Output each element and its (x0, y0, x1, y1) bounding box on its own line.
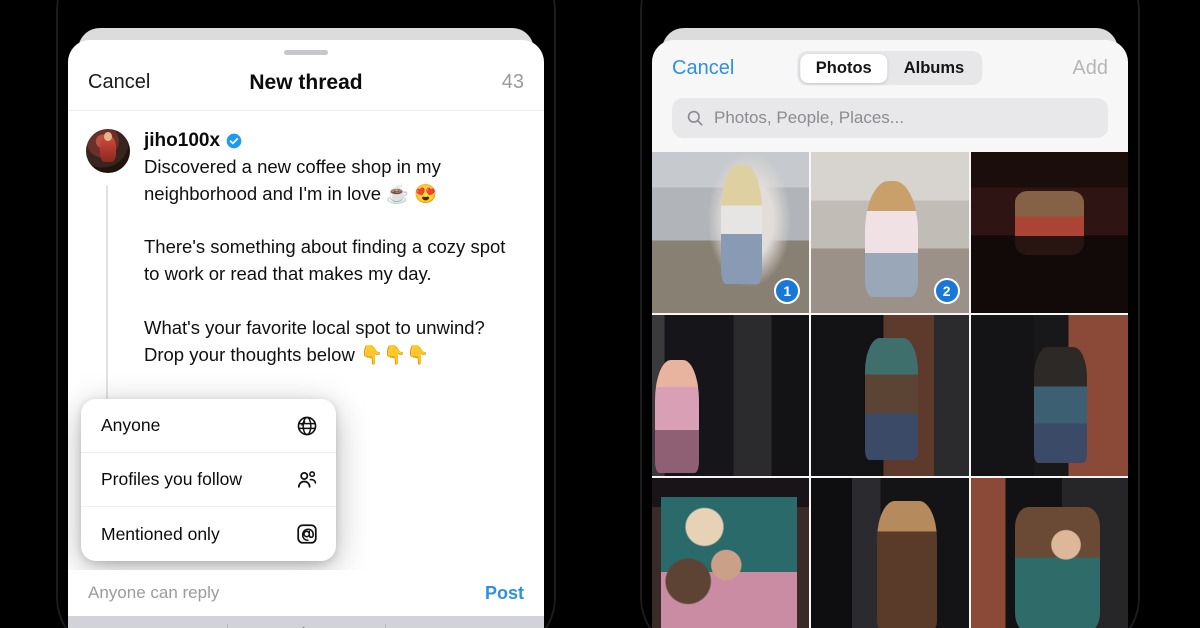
status-bar-left: 9:41 (56, 0, 556, 6)
photo-thumbnail (970, 152, 1128, 313)
photo-thumbnail (811, 315, 969, 476)
globe-icon (297, 416, 317, 435)
status-time: 9:41 (678, 0, 709, 2)
left-phone-frame: 9:41 Cancel New thread 43 (56, 0, 556, 628)
tab-photos[interactable]: Photos (799, 53, 888, 83)
photo-cell[interactable] (811, 315, 969, 476)
cancel-button[interactable]: Cancel (88, 71, 150, 94)
right-phone-frame: 9:41 Cancel Photos Albums Add (640, 0, 1140, 628)
photo-thumbnail (652, 315, 810, 476)
photo-cell[interactable] (652, 478, 810, 628)
photo-cell[interactable]: 2 (811, 152, 969, 313)
compose-area[interactable]: jiho100x Discovered a new coffee shop in… (68, 111, 544, 570)
audience-dropdown-menu: Anyone Profiles you follow Mentioned onl… (81, 399, 336, 561)
photo-cell[interactable] (970, 315, 1128, 476)
suggestion-chip[interactable]: I'm (385, 616, 544, 628)
compose-nav-bar: Cancel New thread 43 (68, 55, 544, 111)
post-button[interactable]: Post (485, 583, 524, 604)
menu-item-label: Anyone (101, 415, 161, 435)
post-text[interactable]: Discovered a new coffee shop in my neigh… (144, 154, 524, 369)
reply-policy-label[interactable]: Anyone can reply (88, 583, 219, 603)
suggestion-chip[interactable]: The (226, 616, 386, 628)
photo-cell[interactable] (970, 152, 1128, 313)
keyboard-suggestion-bar: I The I'm (68, 616, 544, 628)
compose-sheet: Cancel New thread 43 jiho100x Discovered… (68, 40, 544, 628)
menu-item-profiles-you-follow[interactable]: Profiles you follow (81, 453, 336, 507)
character-count: 43 (501, 71, 524, 93)
cancel-button[interactable]: Cancel (672, 57, 734, 80)
search-bar[interactable]: Photos, People, Places... (672, 98, 1108, 138)
photo-thumbnail (970, 315, 1128, 476)
photo-grid: 1 2 (652, 152, 1128, 628)
search-icon (687, 110, 703, 126)
photo-cell[interactable] (811, 478, 969, 628)
photo-thumbnail (652, 478, 810, 628)
photo-picker-sheet: Cancel Photos Albums Add Photos, People,… (652, 40, 1128, 628)
selection-badge[interactable]: 2 (933, 278, 960, 304)
photo-cell[interactable] (652, 315, 810, 476)
add-button[interactable]: Add (1072, 57, 1108, 80)
picker-nav-bar: Cancel Photos Albums Add (652, 40, 1128, 96)
at-mention-icon (297, 524, 317, 544)
compose-footer: Anyone can reply Post (68, 570, 544, 616)
photo-thumbnail (970, 478, 1128, 628)
photo-cell[interactable] (970, 478, 1128, 628)
verified-badge-icon (226, 133, 242, 149)
status-bar-right: 9:41 (640, 0, 1140, 6)
segmented-control: Photos Albums (797, 51, 983, 85)
username[interactable]: jiho100x (144, 130, 220, 152)
people-icon (297, 470, 317, 488)
status-time: 9:41 (94, 0, 125, 2)
menu-item-label: Profiles you follow (101, 469, 243, 489)
suggestion-chip[interactable]: I (68, 616, 227, 628)
tab-albums[interactable]: Albums (888, 54, 981, 83)
search-input[interactable]: Photos, People, Places... (714, 108, 904, 128)
menu-item-mentioned-only[interactable]: Mentioned only (81, 507, 336, 561)
photo-cell[interactable]: 1 (652, 152, 810, 313)
menu-item-anyone[interactable]: Anyone (81, 399, 336, 453)
menu-item-label: Mentioned only (101, 523, 220, 544)
screenshot-root: 9:41 Cancel New thread 43 (0, 0, 1200, 628)
photo-thumbnail (811, 478, 969, 628)
avatar[interactable] (86, 129, 130, 173)
post-header: jiho100x Discovered a new coffee shop in… (86, 129, 524, 369)
username-row: jiho100x (144, 130, 524, 152)
